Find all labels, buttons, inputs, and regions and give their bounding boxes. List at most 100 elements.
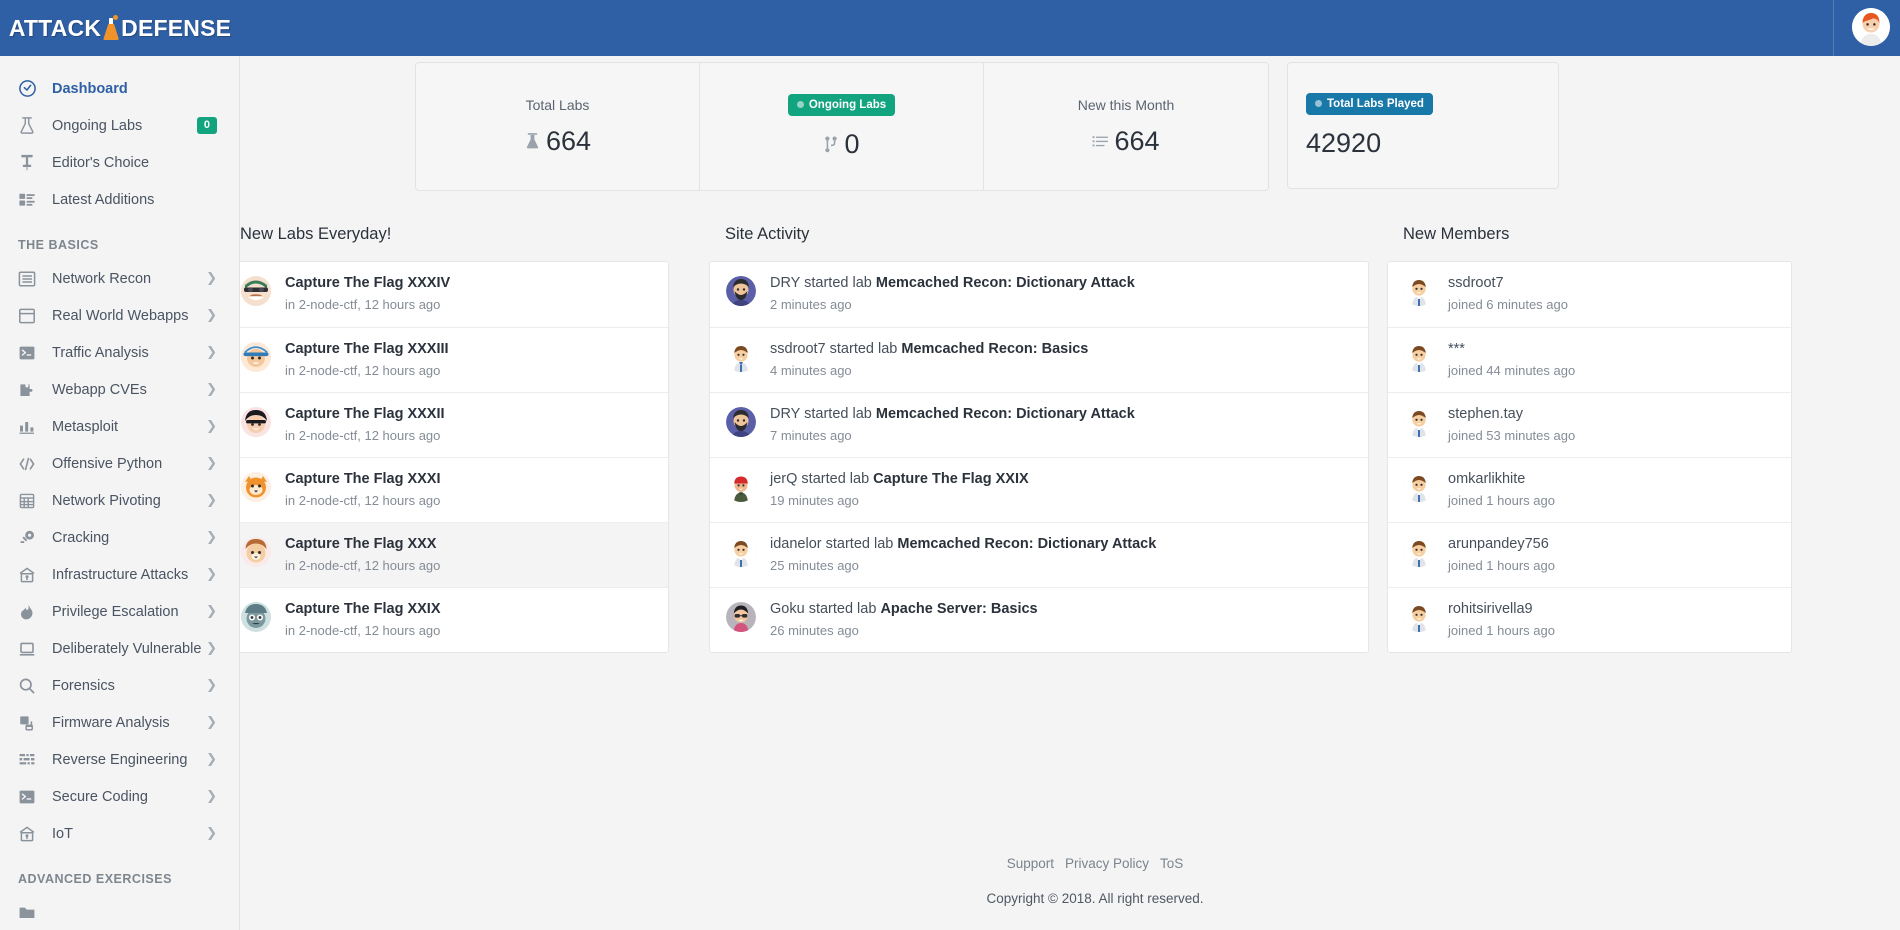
- list-item[interactable]: jerQ started lab Capture The Flag XXIX 1…: [710, 457, 1368, 522]
- activity-user: idanelor: [770, 536, 822, 552]
- list-item[interactable]: ssdroot7 joined 6 minutes ago: [1388, 262, 1791, 327]
- sidebar-item-metasploit[interactable]: Metasploit ❯: [0, 408, 239, 445]
- list-item[interactable]: Capture The Flag XXX in 2-node-ctf, 12 h…: [240, 522, 668, 587]
- sidebar-item-label: Offensive Python: [52, 455, 163, 472]
- footer-link-support[interactable]: Support: [1007, 856, 1054, 871]
- sidebar-item-label: Privilege Escalation: [52, 603, 179, 620]
- sidebar-item-real-world-webapps[interactable]: Real World Webapps ❯: [0, 297, 239, 334]
- avatar: [241, 342, 271, 372]
- sidebar-item-offensive-python[interactable]: Offensive Python ❯: [0, 445, 239, 482]
- stat-card-new-this-month: New this Month 664: [984, 63, 1268, 190]
- chevron-right-icon: ❯: [206, 456, 217, 471]
- sidebar-item-network-recon[interactable]: Network Recon ❯: [0, 260, 239, 297]
- brand-logo[interactable]: ATTACK DEFENSE: [0, 0, 240, 56]
- chevron-right-icon: ❯: [206, 493, 217, 508]
- chevron-right-icon: ❯: [206, 678, 217, 693]
- new-labs-card: Capture The Flag XXXIV in 2-node-ctf, 12…: [240, 261, 669, 653]
- sidebar-item-label: Traffic Analysis: [52, 344, 149, 361]
- browser-icon: [18, 305, 44, 327]
- sidebar-item-partial[interactable]: [0, 894, 239, 930]
- list-item[interactable]: stephen.tay joined 53 minutes ago: [1388, 392, 1791, 457]
- sidebar-navigation[interactable]: Dashboard Ongoing Labs 0 Editor's Choice: [0, 56, 240, 930]
- chevron-right-icon: ❯: [206, 789, 217, 804]
- sidebar-item-deliberately-vulnerable[interactable]: Deliberately Vulnerable ❯: [0, 630, 239, 667]
- sidebar-item-forensics[interactable]: Forensics ❯: [0, 667, 239, 704]
- list-item[interactable]: Capture The Flag XXXI in 2-node-ctf, 12 …: [240, 457, 668, 522]
- avatar: [241, 537, 271, 567]
- avatar: [1404, 342, 1434, 372]
- list-item[interactable]: *** joined 44 minutes ago: [1388, 327, 1791, 392]
- list-item[interactable]: Capture The Flag XXIX in 2-node-ctf, 12 …: [240, 587, 668, 652]
- user-avatar-icon[interactable]: [1852, 8, 1890, 46]
- sidebar-item-firmware-analysis[interactable]: Firmware Analysis ❯: [0, 704, 239, 741]
- member-joined: joined 6 minutes ago: [1448, 296, 1568, 312]
- sidebar-item-secure-coding[interactable]: Secure Coding ❯: [0, 778, 239, 815]
- member-joined: joined 1 hours ago: [1448, 557, 1555, 573]
- activity-time: 2 minutes ago: [770, 296, 852, 312]
- flask-icon: [18, 115, 44, 137]
- stats-row: Total Labs 664 Ongoing Labs 0 New this M…: [240, 56, 1900, 191]
- activity-user: DRY: [770, 406, 801, 422]
- list-item[interactable]: ssdroot7 started lab Memcached Recon: Ba…: [710, 327, 1368, 392]
- list-item-body: rohitsirivella9 joined 1 hours ago: [1448, 600, 1777, 639]
- lab-meta: in 2-node-ctf, 12 hours ago: [285, 427, 441, 443]
- avatar: [1404, 407, 1434, 437]
- list-item[interactable]: rohitsirivella9 joined 1 hours ago: [1388, 587, 1791, 652]
- list-item-body: omkarlikhite joined 1 hours ago: [1448, 470, 1777, 509]
- activity-action: started lab: [800, 275, 876, 291]
- list-item[interactable]: Capture The Flag XXXIII in 2-node-ctf, 1…: [240, 327, 668, 392]
- top-header-bar: ATTACK DEFENSE: [0, 0, 1900, 56]
- member-joined: joined 1 hours ago: [1448, 492, 1555, 508]
- stat-value-wrap: 664: [524, 126, 591, 157]
- sidebar-item-latest-additions[interactable]: Latest Additions: [0, 181, 239, 218]
- chevron-right-icon: ❯: [206, 419, 217, 434]
- member-joined: joined 1 hours ago: [1448, 622, 1555, 638]
- chevron-right-icon: ❯: [206, 604, 217, 619]
- sidebar-item-reverse-engineering[interactable]: Reverse Engineering ❯: [0, 741, 239, 778]
- chevron-right-icon: ❯: [206, 752, 217, 767]
- list-item-body: Capture The Flag XXX in 2-node-ctf, 12 h…: [285, 535, 654, 574]
- member-name: rohitsirivella9: [1448, 601, 1533, 617]
- list-item[interactable]: DRY started lab Memcached Recon: Diction…: [710, 262, 1368, 327]
- lab-meta: in 2-node-ctf, 12 hours ago: [285, 296, 441, 312]
- sidebar-item-infrastructure-attacks[interactable]: Infrastructure Attacks ❯: [0, 556, 239, 593]
- sidebar-item-label: Forensics: [52, 677, 115, 694]
- activity-lab: Apache Server: Basics: [880, 601, 1038, 617]
- sidebar-item-network-pivoting[interactable]: Network Pivoting ❯: [0, 482, 239, 519]
- sidebar-item-label: Editor's Choice: [52, 154, 150, 171]
- avatar: [726, 342, 756, 372]
- monitor-icon: [18, 638, 44, 660]
- activity-time: 4 minutes ago: [770, 362, 852, 378]
- list-item[interactable]: omkarlikhite joined 1 hours ago: [1388, 457, 1791, 522]
- footer-link-tos[interactable]: ToS: [1160, 856, 1183, 871]
- sidebar-item-webapp-cves[interactable]: Webapp CVEs ❯: [0, 371, 239, 408]
- activity-text: DRY started lab Memcached Recon: Diction…: [770, 274, 1354, 294]
- sidebar-item-dashboard[interactable]: Dashboard: [0, 70, 239, 107]
- member-joined: joined 53 minutes ago: [1448, 427, 1576, 443]
- sidebar-section-the-basics: THE BASICS: [18, 238, 99, 252]
- list-item[interactable]: Goku started lab Apache Server: Basics 2…: [710, 587, 1368, 652]
- lab-meta: in 2-node-ctf, 12 hours ago: [285, 557, 441, 573]
- avatar: [1404, 276, 1434, 306]
- key-icon: [18, 527, 44, 549]
- ongoing-labs-badge: 0: [196, 116, 217, 135]
- list-item[interactable]: arunpandey756 joined 1 hours ago: [1388, 522, 1791, 587]
- sidebar-item-privilege-escalation[interactable]: Privilege Escalation ❯: [0, 593, 239, 630]
- list-item[interactable]: DRY started lab Memcached Recon: Diction…: [710, 392, 1368, 457]
- list-item[interactable]: Capture The Flag XXXIV in 2-node-ctf, 12…: [240, 262, 668, 327]
- sidebar-item-editors-choice[interactable]: Editor's Choice: [0, 144, 239, 181]
- flask-icon: [524, 131, 541, 151]
- branch-icon: [823, 135, 839, 154]
- list-item[interactable]: idanelor started lab Memcached Recon: Di…: [710, 522, 1368, 587]
- avatar: [726, 276, 756, 306]
- footer-link-privacy-policy[interactable]: Privacy Policy: [1065, 856, 1149, 871]
- activity-lab: Capture The Flag XXIX: [873, 471, 1029, 487]
- avatar: [1404, 537, 1434, 567]
- sidebar-item-label: Network Pivoting: [52, 492, 161, 509]
- sidebar-item-cracking[interactable]: Cracking ❯: [0, 519, 239, 556]
- activity-lab: Memcached Recon: Dictionary Attack: [875, 275, 1135, 291]
- sidebar-item-iot[interactable]: IoT ❯: [0, 815, 239, 852]
- list-item[interactable]: Capture The Flag XXXII in 2-node-ctf, 12…: [240, 392, 668, 457]
- sidebar-item-traffic-analysis[interactable]: Traffic Analysis ❯: [0, 334, 239, 371]
- sidebar-item-ongoing-labs[interactable]: Ongoing Labs 0: [0, 107, 239, 144]
